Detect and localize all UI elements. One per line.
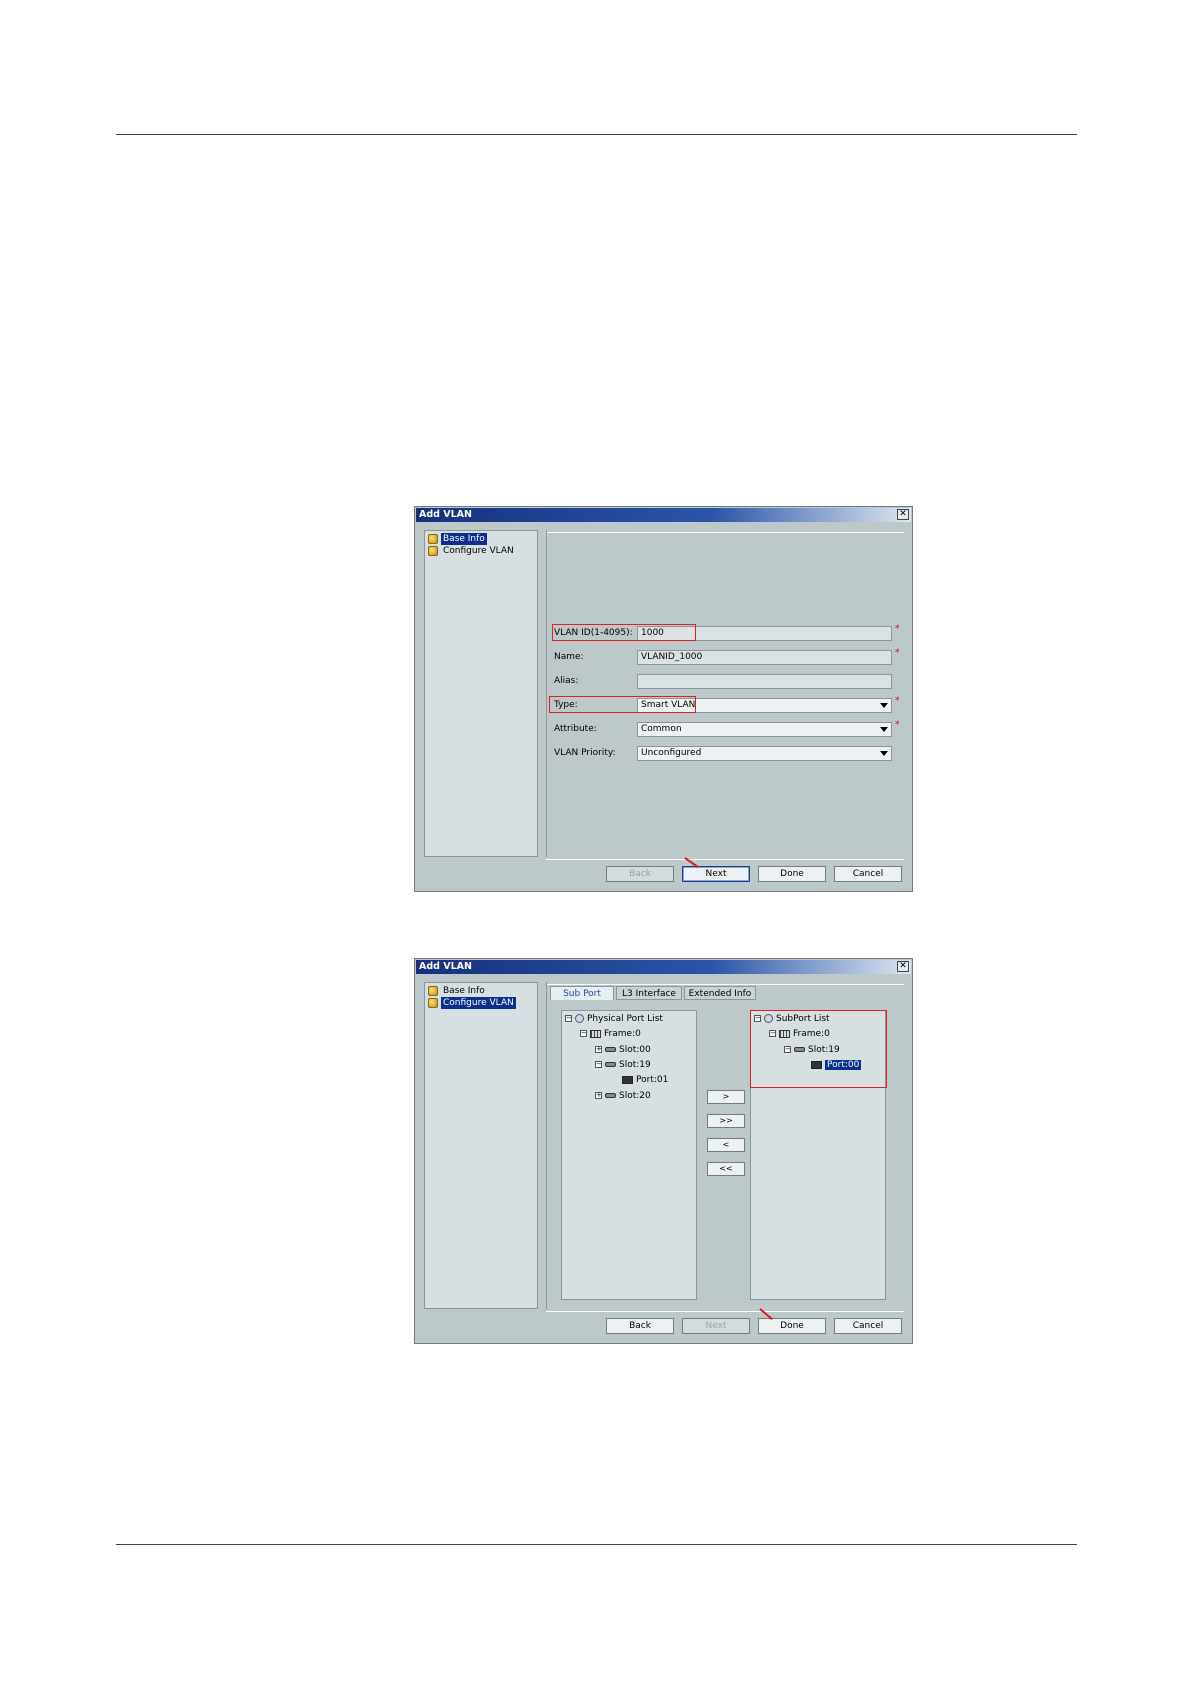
required-mark: * [895, 624, 900, 634]
move-all-left-button[interactable]: << [707, 1162, 745, 1176]
name-label: Name: [554, 652, 584, 662]
configure-vlan-panel: Sub Port L3 Interface Extended Info − Phy… [546, 982, 904, 1309]
move-all-right-button[interactable]: >> [707, 1114, 745, 1128]
nav-item-label: Configure VLAN [441, 997, 516, 1009]
cancel-button[interactable]: Cancel [834, 1318, 902, 1334]
physical-port-tree[interactable]: − Physical Port List − Frame:0 + Slot:00 − S… [561, 1010, 697, 1300]
tab-extended-info[interactable]: Extended Info [684, 986, 756, 1000]
tab-l3-interface[interactable]: L3 Interface [616, 986, 682, 1000]
subport-tree[interactable]: − SubPort List − Frame:0 − Slot:19 Port:00 [750, 1010, 887, 1300]
required-mark: * [895, 720, 900, 730]
tree-node-slot[interactable]: + Slot:00 [595, 1044, 651, 1057]
next-button[interactable]: Next [682, 866, 750, 882]
wizard-step-list: Base Info Configure VLAN [424, 530, 538, 857]
collapse-icon[interactable]: − [580, 1030, 587, 1037]
nav-item-label: Base Info [443, 986, 485, 996]
step-icon [428, 534, 438, 544]
chevron-down-icon[interactable] [880, 727, 888, 732]
network-icon [575, 1014, 584, 1023]
collapse-icon[interactable]: − [565, 1015, 572, 1022]
done-button[interactable]: Done [758, 866, 826, 882]
dialog-title: Add VLAN [419, 961, 472, 972]
title-bar: Add VLAN ✕ [416, 960, 911, 974]
attribute-value: Common [641, 724, 682, 734]
panel-divider [547, 532, 904, 533]
vlan-priority-label: VLAN Priority: [554, 748, 616, 758]
nav-item-label: Base Info [441, 533, 487, 545]
vlan-priority-select[interactable]: Unconfigured [637, 746, 892, 761]
add-vlan-dialog-base-info: Add VLAN ✕ Base Info Configure VLAN VLAN… [414, 506, 913, 892]
expand-icon[interactable]: + [595, 1092, 602, 1099]
footer-rule [116, 1544, 1077, 1545]
tree-node-slot[interactable]: + Slot:20 [595, 1090, 651, 1103]
alias-input[interactable] [637, 674, 892, 689]
highlight-type [549, 696, 696, 713]
move-one-left-button[interactable]: < [707, 1138, 745, 1152]
chevron-down-icon[interactable] [880, 751, 888, 756]
required-mark: * [895, 696, 900, 706]
collapse-icon[interactable]: − [595, 1061, 602, 1068]
chevron-down-icon[interactable] [880, 703, 888, 708]
wizard-step-list: Base Info Configure VLAN [424, 982, 538, 1309]
step-icon [428, 986, 438, 996]
highlight-vlan-id [552, 624, 696, 641]
back-button[interactable]: Back [606, 866, 674, 882]
highlight-subport-list [750, 1010, 887, 1088]
button-separator [546, 859, 904, 860]
frame-icon [590, 1029, 601, 1038]
next-button[interactable]: Next [682, 1318, 750, 1334]
header-rule [116, 134, 1077, 135]
base-info-panel: VLAN ID(1-4095): 1000 * Name: VLANID_100… [546, 530, 904, 857]
alias-label: Alias: [554, 676, 579, 686]
dialog-title: Add VLAN [419, 509, 472, 520]
add-vlan-dialog-configure-vlan: Add VLAN ✕ Base Info Configure VLAN Sub … [414, 958, 913, 1344]
tab-sub-port[interactable]: Sub Port [550, 986, 614, 1000]
attribute-select[interactable]: Common [637, 722, 892, 737]
vlan-priority-value: Unconfigured [641, 748, 702, 758]
cancel-button[interactable]: Cancel [834, 866, 902, 882]
slot-icon [605, 1047, 616, 1052]
step-icon [428, 546, 438, 556]
tree-node-slot[interactable]: − Slot:19 [595, 1059, 651, 1072]
panel-divider [547, 984, 904, 985]
slot-icon [605, 1093, 616, 1098]
back-button[interactable]: Back [606, 1318, 674, 1334]
step-icon [428, 998, 438, 1008]
tree-node-port[interactable]: Port:01 [622, 1074, 668, 1087]
tree-node-physical-port-list[interactable]: − Physical Port List [565, 1013, 663, 1026]
name-input[interactable]: VLANID_1000 [637, 650, 892, 665]
close-button[interactable]: ✕ [897, 509, 909, 520]
close-button[interactable]: ✕ [897, 961, 909, 972]
required-mark: * [895, 648, 900, 658]
title-bar: Add VLAN ✕ [416, 508, 911, 522]
expand-icon[interactable]: + [595, 1046, 602, 1053]
move-one-right-button[interactable]: > [707, 1090, 745, 1104]
done-button[interactable]: Done [758, 1318, 826, 1334]
nav-item-label: Configure VLAN [443, 546, 514, 556]
slot-icon [605, 1062, 616, 1067]
tree-node-frame[interactable]: − Frame:0 [580, 1028, 641, 1041]
button-separator [546, 1311, 904, 1312]
port-icon [622, 1075, 633, 1084]
attribute-label: Attribute: [554, 724, 597, 734]
